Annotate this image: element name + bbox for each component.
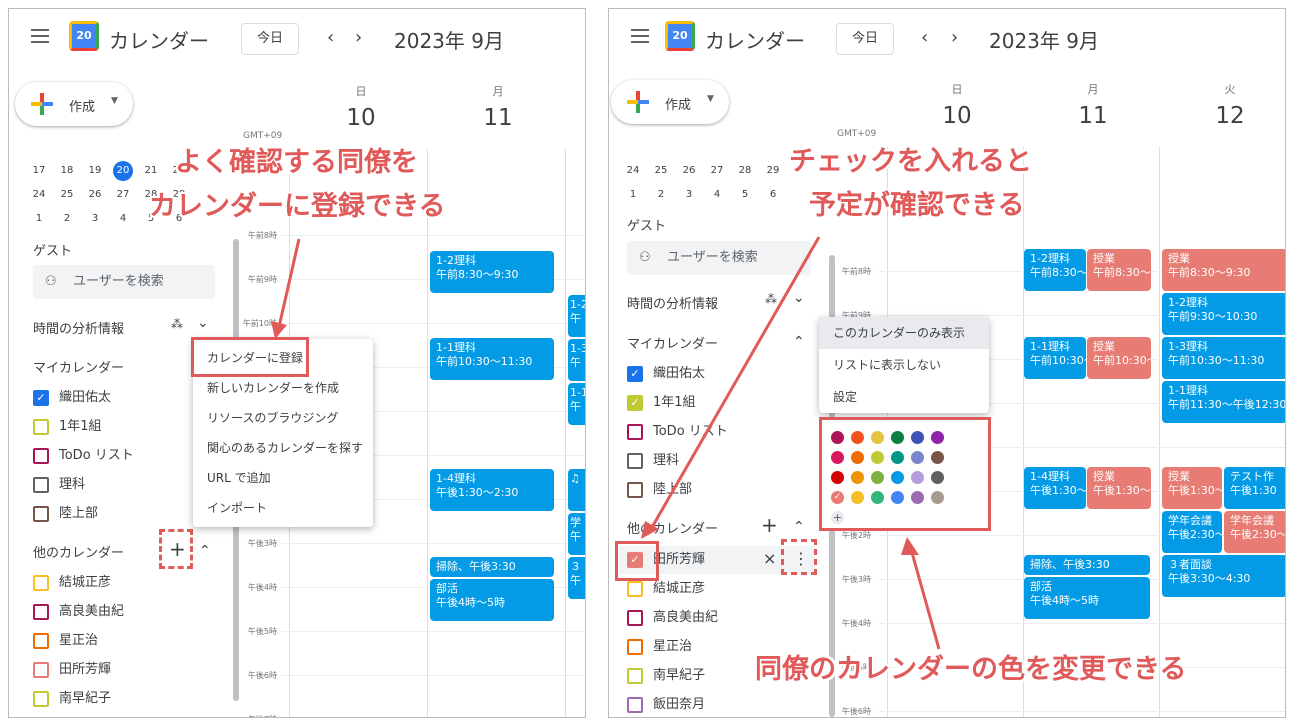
annotation-text: カレンダーに登録できる — [149, 191, 446, 222]
annotation-text: よく確認する同僚を — [175, 147, 418, 178]
arrow-annotation — [271, 238, 301, 339]
arrow-annotation — [641, 236, 941, 650]
annotation-text: 予定が確認できる — [809, 190, 1025, 221]
annotation-text: 同僚のカレンダーの色を変更できる — [755, 654, 1187, 685]
calendar-panel-left: 20 カレンダー 今日 ‹ › 2023年 9月 作成 ▼ 日 10 月 11 … — [8, 8, 586, 718]
annotation-text: チェックを入れると — [789, 146, 1032, 177]
calendar-panel-right: 20 カレンダー 今日 ‹ › 2023年 9月 作成 ▼ 日 10 月 11 … — [608, 8, 1286, 718]
